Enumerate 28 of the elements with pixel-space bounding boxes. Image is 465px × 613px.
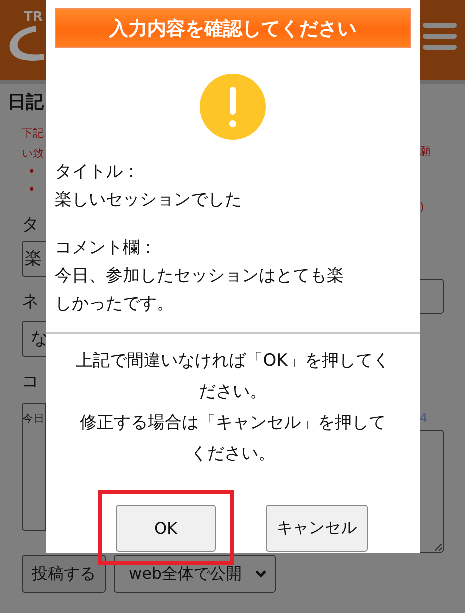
- menu-icon[interactable]: [423, 23, 457, 51]
- cancel-button[interactable]: キャンセル: [266, 505, 368, 552]
- field-value: 楽しいセッションでした: [55, 189, 243, 212]
- field-label: コ: [22, 371, 40, 393]
- submit-button[interactable]: 投稿する: [22, 555, 106, 593]
- notice-text: ): [420, 200, 426, 216]
- notice-text: 下記: [22, 126, 45, 142]
- field-label: タ: [22, 214, 40, 236]
- bullet: •: [27, 182, 37, 200]
- dialog-title: 入力内容を確認してください: [55, 8, 411, 48]
- dialog-message: 上記で間違いなければ「OK」を押してください。: [75, 350, 391, 404]
- title-field: [420, 279, 444, 314]
- chevron-down-icon: [255, 570, 267, 578]
- ok-button[interactable]: OK: [116, 505, 216, 552]
- field-label: コメント欄：: [55, 237, 158, 260]
- field-value: 今日、参加したセッションはとても楽: [55, 265, 345, 288]
- page-title: 日記: [8, 92, 46, 114]
- visibility-select[interactable]: web全体で公開: [114, 555, 276, 593]
- field-value: しかったです。: [55, 293, 175, 316]
- comment-field: 今日: [22, 403, 46, 531]
- field-label: ネ: [22, 291, 40, 313]
- notice-text: 願: [420, 144, 432, 160]
- field-label: タイトル：: [55, 161, 141, 184]
- bullet: •: [27, 164, 37, 182]
- dialog-message: 修正する場合は「キャンセル」を押してください。: [79, 412, 387, 466]
- notice-text: い致: [22, 146, 45, 162]
- warning-icon: [200, 74, 266, 140]
- logo-text: TR: [24, 10, 43, 25]
